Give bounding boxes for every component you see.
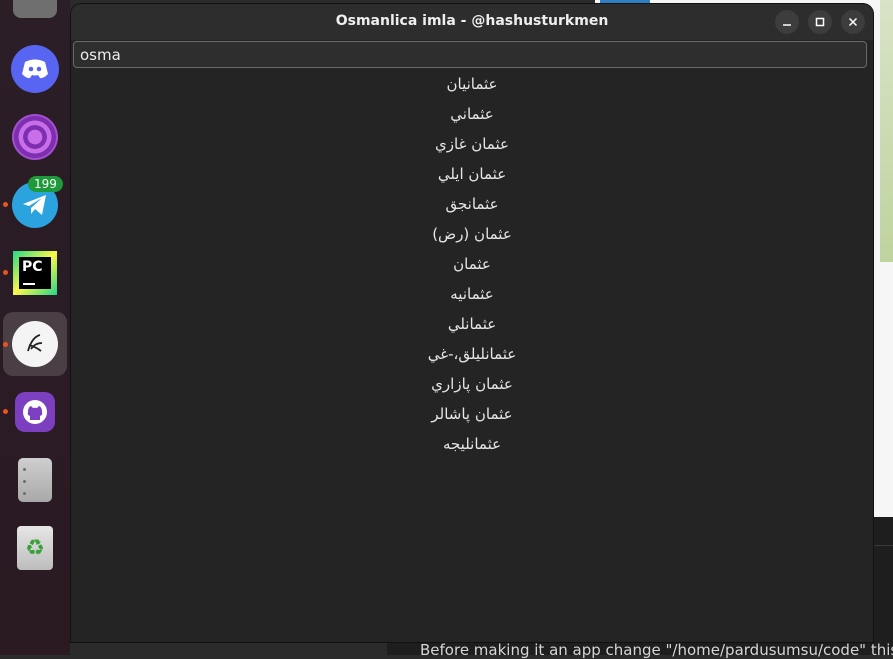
list-item[interactable]: عثمان پازاري: [71, 370, 873, 400]
list-item[interactable]: عثمان (رض): [71, 220, 873, 250]
app-window: Osmanlica imla - @hashusturkmen عثمانيان…: [71, 4, 873, 642]
pycharm-icon: PC: [13, 251, 57, 295]
window-title: Osmanlica imla - @hashusturkmen: [335, 13, 609, 29]
minimize-button[interactable]: [775, 10, 799, 34]
close-button[interactable]: [841, 10, 865, 34]
dock-item-discord[interactable]: [10, 44, 60, 94]
dock: 199 PC ♻: [0, 0, 70, 655]
osmanlica-app-icon: [12, 321, 58, 367]
list-item[interactable]: عثمانيان: [71, 70, 873, 100]
telegram-unread-badge: 199: [28, 176, 63, 192]
dock-item-files[interactable]: [10, 455, 60, 505]
results-list: عثمانيان عثماني عثمان غازي عثمان ايلي عثمانج…: [71, 70, 873, 460]
dock-item-osmanlica[interactable]: [10, 319, 60, 369]
pycharm-label: PC: [22, 259, 43, 275]
list-item[interactable]: عثمانيه: [71, 280, 873, 310]
list-item[interactable]: عثمانليلق،-غي: [71, 340, 873, 370]
list-item[interactable]: عثماني: [71, 100, 873, 130]
dock-item-github-desktop[interactable]: [10, 387, 60, 437]
running-indicator: [3, 202, 8, 207]
background-terminal-text: Before making it an app change "/home/pa…: [420, 641, 893, 659]
background-map-strip: [880, 0, 893, 262]
close-icon: [848, 17, 858, 27]
running-indicator: [3, 342, 8, 347]
list-item[interactable]: عثمانليجه: [71, 430, 873, 460]
list-item[interactable]: عثمان: [71, 250, 873, 280]
minimize-icon: [783, 24, 791, 26]
running-indicator: [3, 409, 8, 414]
titlebar[interactable]: Osmanlica imla - @hashusturkmen: [71, 4, 873, 40]
tor-browser-icon: [12, 114, 58, 160]
trash-icon: ♻: [17, 526, 53, 570]
dock-item-tor-browser[interactable]: [10, 112, 60, 162]
list-item[interactable]: عثمانجق: [71, 190, 873, 220]
search-input[interactable]: [73, 41, 867, 68]
dock-item-trash[interactable]: ♻: [10, 523, 60, 573]
app-icon[interactable]: [13, 0, 57, 18]
list-item[interactable]: عثمانلي: [71, 310, 873, 340]
list-item[interactable]: عثمان پاشالر: [71, 400, 873, 430]
discord-icon: [11, 45, 59, 93]
list-item[interactable]: عثمان غازي: [71, 130, 873, 160]
files-icon: [18, 458, 52, 502]
maximize-icon: [815, 17, 825, 27]
github-desktop-icon: [15, 392, 55, 432]
list-item[interactable]: عثمان ايلي: [71, 160, 873, 190]
maximize-button[interactable]: [808, 10, 832, 34]
running-indicator: [3, 270, 8, 275]
dock-item-pycharm[interactable]: PC: [10, 248, 60, 298]
